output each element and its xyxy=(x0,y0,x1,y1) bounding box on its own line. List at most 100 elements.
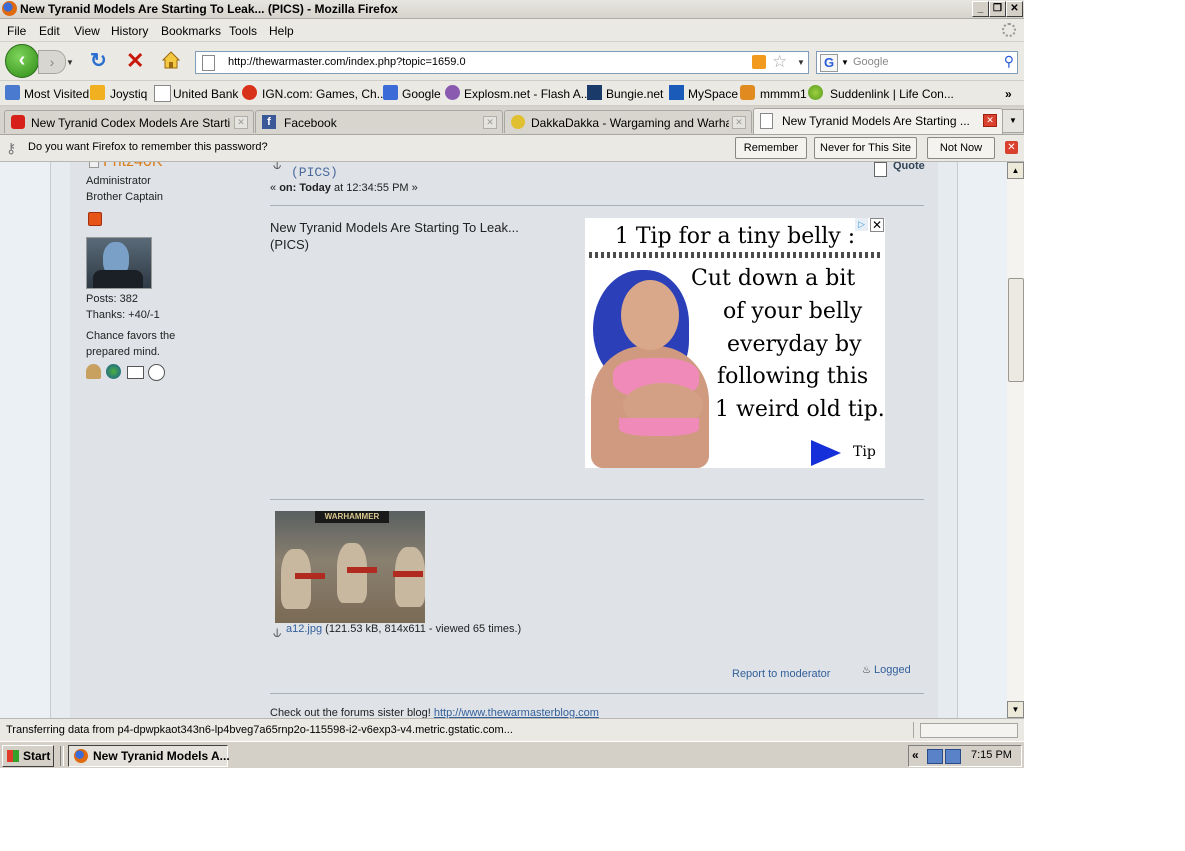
youtube-icon xyxy=(11,115,25,129)
home-button[interactable] xyxy=(162,51,180,69)
bookmarks-overflow-chevron[interactable]: » xyxy=(1005,87,1012,101)
tray-expand-chevron[interactable]: « xyxy=(912,748,919,762)
scroll-thumb[interactable] xyxy=(1008,278,1024,382)
logged-indicator: ♨ Logged xyxy=(862,664,911,676)
attachment-link[interactable]: a12.jpg xyxy=(286,623,322,635)
close-tab-icon[interactable]: ✕ xyxy=(234,116,248,129)
stop-button[interactable]: ✕ xyxy=(126,50,144,72)
quote-label[interactable]: Quote xyxy=(893,162,925,172)
close-notification-icon[interactable]: ✕ xyxy=(1005,141,1018,154)
thumbnail-banner: WARHAMMER xyxy=(315,511,389,523)
close-tab-icon[interactable]: ✕ xyxy=(983,114,997,127)
scroll-down-button[interactable]: ▼ xyxy=(1007,701,1024,718)
window-title: New Tyranid Models Are Starting To Leak.… xyxy=(20,2,398,16)
ad-arrow-icon xyxy=(811,440,841,466)
reload-button[interactable]: ↻ xyxy=(90,51,107,71)
profile-icon[interactable] xyxy=(86,364,101,379)
password-prompt-text: Do you want Firefox to remember this pas… xyxy=(28,141,268,153)
bookmark-joystiq[interactable]: Joystiq xyxy=(110,87,147,101)
suddenlink-icon xyxy=(808,85,823,100)
rss-feed-icon[interactable] xyxy=(752,55,766,69)
list-all-tabs-button[interactable]: ▼ xyxy=(1002,109,1024,133)
scroll-up-button[interactable]: ▲ xyxy=(1007,162,1024,179)
forward-button[interactable]: › xyxy=(38,50,66,74)
not-now-button[interactable]: Not Now xyxy=(927,137,995,159)
menu-view[interactable]: View xyxy=(74,24,100,38)
bookmark-mmmm1[interactable]: mmmm1 xyxy=(760,87,807,101)
advertisement[interactable]: 1 Tip for a tiny belly : Cut down a bit … xyxy=(585,218,885,468)
ad-close-icon[interactable]: ✕ xyxy=(870,218,884,232)
bookmark-myspace[interactable]: MySpace xyxy=(688,87,738,101)
website-globe-icon[interactable] xyxy=(106,364,121,379)
tab-tyranid-models-active[interactable]: New Tyranid Models Are Starting ... ✕ xyxy=(753,108,1003,134)
history-dropdown-icon[interactable]: ▼ xyxy=(66,58,74,67)
adchoices-icon[interactable]: ▷ xyxy=(855,218,868,231)
attachment-clip-icon: ⫝ xyxy=(273,162,282,172)
clock[interactable]: 7:15 PM xyxy=(971,749,1012,761)
back-button[interactable]: ‹ xyxy=(5,44,39,78)
report-to-moderator-link[interactable]: Report to moderator xyxy=(732,668,830,680)
tab-facebook[interactable]: f Facebook ✕ xyxy=(255,110,503,133)
search-box[interactable]: G ▼ Google ⚲ xyxy=(816,51,1018,74)
google-engine-icon[interactable]: G xyxy=(820,54,838,72)
poster-personal-text-2: prepared mind. xyxy=(86,346,160,358)
network-icon-2[interactable] xyxy=(945,749,961,764)
search-input[interactable]: Google xyxy=(853,56,888,68)
bookmark-ign[interactable]: IGN.com: Games, Ch... xyxy=(262,87,387,101)
firefox-icon xyxy=(2,1,17,16)
bookmark-united-bank[interactable]: United Bank xyxy=(173,87,238,101)
ad-tip-link[interactable]: Tip xyxy=(853,444,876,460)
close-tab-icon[interactable]: ✕ xyxy=(483,116,497,129)
menu-file[interactable]: File xyxy=(7,24,26,38)
bookmark-star-icon[interactable]: ☆ xyxy=(772,52,787,72)
menu-edit[interactable]: Edit xyxy=(39,24,60,38)
tab-dakkadakka[interactable]: DakkaDakka - Wargaming and Warham... ✕ xyxy=(504,110,752,133)
poster-thanks: Thanks: +40/-1 xyxy=(86,309,160,321)
url-bar[interactable]: http://thewarmaster.com/index.php?topic=… xyxy=(195,51,809,74)
restore-button[interactable]: ❐ xyxy=(989,1,1006,17)
bookmark-suddenlink[interactable]: Suddenlink | Life Con... xyxy=(830,87,954,101)
bookmark-bungie[interactable]: Bungie.net xyxy=(606,87,663,101)
start-label: Start xyxy=(23,749,51,763)
signature-link[interactable]: http://www.thewarmasterblog.com xyxy=(434,707,599,718)
page-icon xyxy=(154,85,171,102)
menu-tools[interactable]: Tools xyxy=(229,24,257,38)
menu-help[interactable]: Help xyxy=(269,24,294,38)
post-subject[interactable]: (PICS) xyxy=(291,165,338,180)
email-icon[interactable] xyxy=(127,366,144,379)
bookmark-most-visited[interactable]: Most Visited xyxy=(24,87,89,101)
tab-tyranid-codex[interactable]: New Tyranid Codex Models Are Startin... … xyxy=(4,110,254,133)
vertical-scrollbar[interactable]: ▲ ▼ xyxy=(1007,162,1024,718)
attachment-info: a12.jpg (121.53 kB, 814x611 - viewed 65 … xyxy=(286,623,521,635)
ad-line-4: following this xyxy=(717,364,869,389)
poster-name[interactable]: Fritz40K xyxy=(89,162,163,171)
ip-icon: ♨ xyxy=(862,665,871,676)
remember-button[interactable]: Remember xyxy=(735,137,807,159)
attachment-thumbnail[interactable]: WARHAMMER xyxy=(275,511,425,623)
engine-dropdown-icon[interactable]: ▼ xyxy=(841,58,849,67)
personal-message-icon[interactable] xyxy=(148,364,165,381)
menu-history[interactable]: History xyxy=(111,24,148,38)
network-icon[interactable] xyxy=(927,749,943,764)
explosm-icon xyxy=(445,85,460,100)
menu-bookmarks[interactable]: Bookmarks xyxy=(161,24,221,38)
post-date: « on: Today at 12:34:55 PM » xyxy=(270,182,418,194)
search-icon[interactable]: ⚲ xyxy=(1004,53,1014,70)
start-button[interactable]: Start xyxy=(2,745,54,767)
minimize-button[interactable]: _ xyxy=(972,1,989,17)
most-visited-icon xyxy=(5,85,20,100)
signature-divider xyxy=(270,693,924,694)
bungie-icon xyxy=(587,85,602,100)
status-bar: Transferring data from p4-dpwpkaot343n6-… xyxy=(0,718,1024,741)
never-for-this-site-button[interactable]: Never for This Site xyxy=(814,137,917,159)
close-tab-icon[interactable]: ✕ xyxy=(732,116,746,129)
url-dropdown-icon[interactable]: ▼ xyxy=(797,58,805,67)
url-text[interactable]: http://thewarmaster.com/index.php?topic=… xyxy=(228,56,466,68)
bookmark-explosm[interactable]: Explosm.net - Flash A... xyxy=(464,87,591,101)
poster-title: Brother Captain xyxy=(86,191,164,203)
attachment-details: (121.53 kB, 814x611 - viewed 65 times.) xyxy=(322,623,522,635)
rank-star-icon xyxy=(88,212,102,226)
bookmark-google[interactable]: Google xyxy=(402,87,441,101)
taskbar-firefox-button[interactable]: New Tyranid Models A... xyxy=(68,745,230,767)
close-window-button[interactable]: ✕ xyxy=(1006,1,1023,17)
